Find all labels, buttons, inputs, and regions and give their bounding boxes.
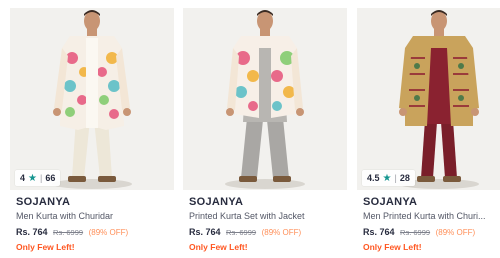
current-price: Rs. 764 [16,227,48,237]
original-price: Rs. 6999 [400,228,431,237]
star-icon: ★ [382,172,392,184]
product-brand: SOJANYA [16,196,71,208]
stock-alert: Only Few Left! [363,242,422,252]
product-title[interactable]: Men Kurta with Churidar [16,211,166,221]
rating-count: 28 [399,173,410,183]
price-row: Rs. 764 Rs. 6999 (89% OFF) [16,227,128,237]
product-image[interactable] [357,8,500,190]
current-price: Rs. 764 [363,227,395,237]
product-brand: SOJANYA [363,196,418,208]
product-title[interactable]: Printed Kurta Set with Jacket [189,211,339,221]
product-title[interactable]: Men Printed Kurta with Churi... [363,211,500,221]
price-row: Rs. 764 Rs. 6999 (89% OFF) [189,227,301,237]
stock-alert: Only Few Left! [16,242,75,252]
product-image[interactable] [183,8,347,190]
discount-label: (89% OFF) [88,228,129,237]
discount-label: (89% OFF) [261,228,302,237]
price-row: Rs. 764 Rs. 6999 (89% OFF) [363,227,475,237]
rating-count: 66 [45,173,56,183]
star-icon: ★ [28,172,37,184]
product-card[interactable]: 4 ★ | 66 SOJANYA Men Kurta with Churidar… [10,0,174,258]
discount-label: (89% OFF) [435,228,476,237]
rating-value: 4.5 [367,173,380,183]
rating-separator: | [394,173,397,183]
rating-badge: 4.5 ★ | 28 [362,170,415,186]
product-card[interactable]: SOJANYA Printed Kurta Set with Jacket Rs… [183,0,347,258]
current-price: Rs. 764 [189,227,221,237]
product-card[interactable]: 4.5 ★ | 28 SOJANYA Men Printed Kurta wit… [357,0,500,258]
product-brand: SOJANYA [189,196,244,208]
rating-badge: 4 ★ | 66 [15,170,61,186]
product-grid: 4 ★ | 66 SOJANYA Men Kurta with Churidar… [0,0,500,258]
original-price: Rs. 6999 [53,228,84,237]
stock-alert: Only Few Left! [189,242,248,252]
rating-value: 4 [20,173,26,183]
product-image[interactable] [10,8,174,190]
rating-separator: | [39,173,43,183]
original-price: Rs. 6999 [226,228,257,237]
